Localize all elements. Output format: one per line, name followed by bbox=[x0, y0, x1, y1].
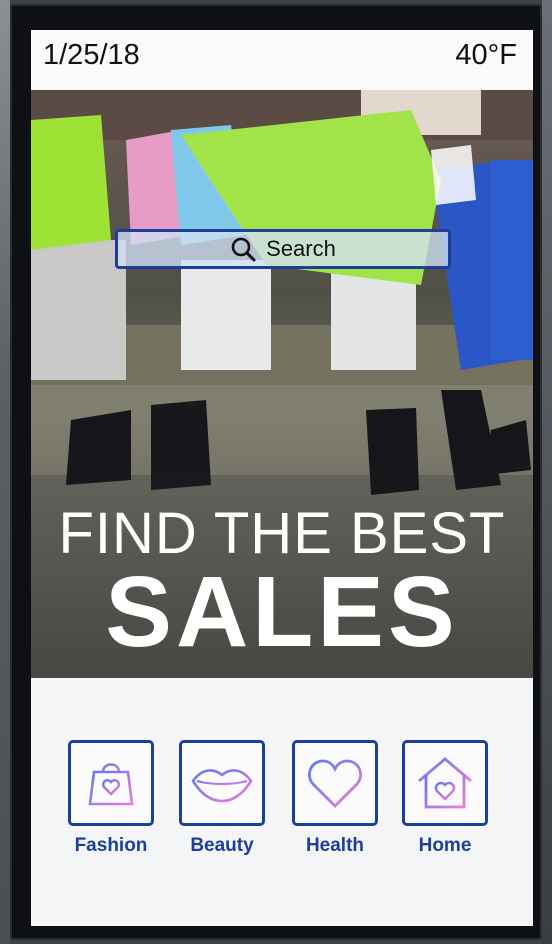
category-row: Fashion Beauty Health Home bbox=[31, 678, 533, 926]
status-bar: 1/25/18 40°F bbox=[31, 30, 533, 90]
category-health[interactable]: Health bbox=[290, 740, 380, 857]
category-home-label: Home bbox=[418, 835, 472, 856]
category-home-tile[interactable] bbox=[402, 740, 488, 826]
category-health-label: Health bbox=[305, 835, 365, 856]
date-label: 1/25/18 bbox=[43, 39, 140, 71]
category-home[interactable]: Home bbox=[400, 740, 490, 857]
search-label: Search bbox=[266, 236, 336, 261]
temperature-label: 40°F bbox=[455, 39, 517, 71]
category-health-tile[interactable] bbox=[292, 740, 378, 826]
category-beauty-tile[interactable] bbox=[179, 740, 265, 826]
category-beauty[interactable]: Beauty bbox=[177, 740, 267, 857]
shopping-bag-heart-icon bbox=[88, 763, 134, 806]
kiosk-screen: 1/25/18 40°F Search FIND THE BEST SALES … bbox=[31, 30, 533, 926]
background-right bbox=[542, 0, 552, 944]
headline-bottom: SALES bbox=[105, 556, 459, 668]
category-fashion[interactable]: Fashion bbox=[66, 740, 156, 857]
background-left bbox=[0, 0, 10, 944]
category-beauty-label: Beauty bbox=[190, 835, 254, 856]
heart-icon bbox=[308, 759, 362, 808]
category-fashion-label: Fashion bbox=[74, 835, 148, 856]
search-bar[interactable]: Search bbox=[115, 229, 451, 269]
search-icon bbox=[230, 236, 256, 262]
lips-icon bbox=[191, 769, 253, 803]
category-fashion-tile[interactable] bbox=[68, 740, 154, 826]
house-heart-icon bbox=[418, 757, 472, 809]
hero-banner: Search FIND THE BEST SALES bbox=[31, 90, 533, 678]
